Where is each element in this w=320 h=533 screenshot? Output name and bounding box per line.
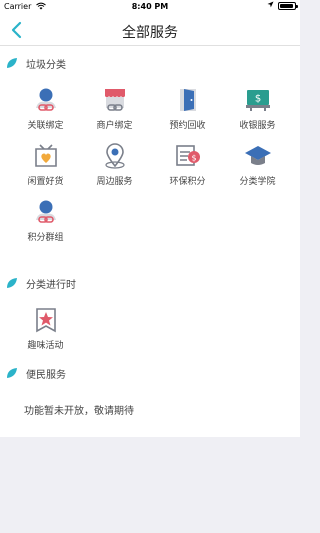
- service-item-label: 环保积分: [169, 177, 206, 187]
- service-item-label: 周边服务: [96, 177, 133, 187]
- service-item-label: 趣味活动: [27, 341, 64, 351]
- service-item-label: 收银服务: [239, 121, 276, 131]
- service-item-label: 积分群组: [27, 233, 64, 243]
- section-header-sorting-in-progress: 分类进行时: [0, 274, 76, 292]
- service-item-label: 关联绑定: [27, 121, 64, 131]
- services-panel: 垃圾分类 关联绑定 商户绑定 预约回收 $ 收银服务 闲置好货 周边服务 $ 环…: [0, 46, 300, 437]
- service-item-merchant-bind[interactable]: 商户绑定: [77, 86, 152, 131]
- section-title: 垃圾分类: [26, 59, 66, 71]
- service-item-link-bind[interactable]: 关联绑定: [8, 86, 83, 131]
- clock: 8:40 PM: [131, 2, 169, 11]
- service-item-idle-goods[interactable]: 闲置好货: [8, 142, 83, 187]
- service-item-appointment-recycle[interactable]: 预约回收: [150, 86, 225, 131]
- location-pin-icon: [104, 143, 125, 169]
- cashier-icon: $: [245, 90, 270, 111]
- section-header-convenience: 便民服务: [0, 364, 66, 382]
- group-link-icon: [35, 200, 56, 223]
- service-item-label: 预约回收: [169, 121, 206, 131]
- nav-bar: 全部服务: [0, 14, 300, 46]
- service-item-nearby[interactable]: 周边服务: [77, 142, 152, 187]
- svg-text:$: $: [191, 154, 196, 163]
- service-item-sorting-academy[interactable]: 分类学院: [220, 142, 295, 187]
- page-title: 全部服务: [122, 25, 178, 41]
- points-icon: $: [175, 145, 200, 166]
- service-item-cashier[interactable]: $ 收银服务: [220, 86, 295, 131]
- service-item-fun-activities[interactable]: 趣味活动: [8, 306, 83, 351]
- graduation-cap-icon: [244, 146, 271, 165]
- service-item-label: 闲置好货: [27, 177, 64, 187]
- shop-link-icon: [104, 89, 125, 111]
- svg-text:$: $: [254, 94, 260, 105]
- battery-icon: [278, 1, 298, 10]
- leaf-icon: [7, 368, 17, 378]
- user-link-icon: [35, 88, 56, 111]
- star-badge-icon: [35, 308, 56, 333]
- leaf-icon: [7, 278, 17, 288]
- gift-box-icon: [34, 144, 57, 167]
- service-item-label: 商户绑定: [96, 121, 133, 131]
- section-title: 便民服务: [26, 369, 66, 381]
- section-title: 分类进行时: [26, 279, 76, 291]
- door-icon: [179, 89, 196, 111]
- unavailable-notice: 功能暂未开放，敬请期待: [24, 406, 134, 417]
- status-bar: Carrier 8:40 PM: [0, 0, 300, 14]
- location-arrow-icon: [267, 1, 274, 10]
- section-header-garbage-sorting: 垃圾分类: [0, 54, 66, 72]
- service-item-label: 分类学院: [239, 177, 276, 187]
- service-item-points-group[interactable]: 积分群组: [8, 198, 83, 243]
- leaf-icon: [7, 58, 17, 68]
- service-item-eco-points[interactable]: $ 环保积分: [150, 142, 225, 187]
